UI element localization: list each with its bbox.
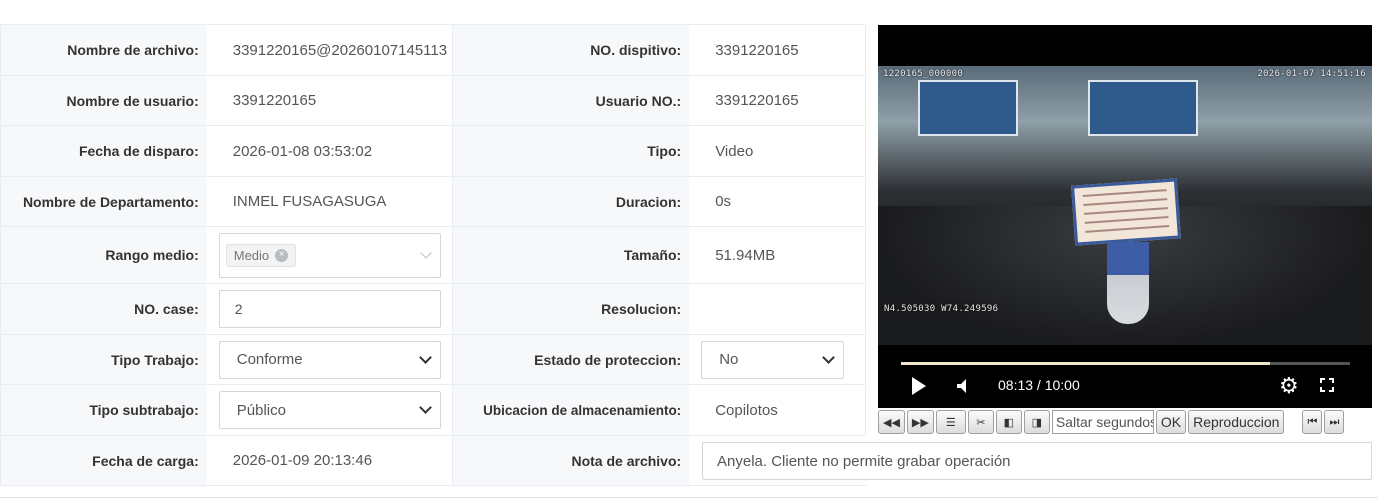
- handwritten-note: [1071, 178, 1181, 246]
- value-duration: 0s: [689, 177, 866, 226]
- volume-icon[interactable]: [955, 378, 971, 394]
- value-trigger-date: 2026-01-08 03:53:02: [206, 126, 454, 176]
- label-subwork-type: Tipo subtrabajo:: [1, 385, 207, 435]
- range-field-cell: Medio ×: [206, 227, 454, 283]
- label-device-no: NO. dispitivo:: [453, 25, 690, 75]
- label-user-name: Nombre de usuario:: [1, 76, 207, 125]
- ok-button[interactable]: OK: [1155, 410, 1187, 434]
- subwork-type-value: Público: [236, 401, 286, 419]
- osd-gps: N4.505030 W74.249596: [884, 304, 999, 314]
- row-subwork-type: Tipo subtrabajo: Público Ubicacion de al…: [1, 385, 866, 436]
- rewind-icon[interactable]: ◀◀: [878, 410, 905, 434]
- play-button[interactable]: Reproduccion: [1188, 410, 1285, 434]
- row-file-name: Nombre de archivo: 3391220165@2026010714…: [1, 25, 866, 76]
- range-tag: Medio ×: [225, 243, 297, 267]
- row-case-no: NO. case: 2 Resolucion:: [1, 284, 866, 335]
- range-tag-label: Medio: [233, 247, 270, 263]
- value-user-name: 3391220165: [206, 76, 454, 125]
- label-user-no: Usuario NO.:: [453, 76, 690, 125]
- subwork-type-cell: Público: [206, 385, 454, 435]
- player-toolbar: ◀◀ ▶▶ ☰ ✂ ◧ ◨ Saltar segundos OK Reprodu…: [878, 408, 1378, 436]
- row-user-name: Nombre de usuario: 3391220165 Usuario NO…: [1, 76, 866, 126]
- osd-id: 1220165_000000: [883, 69, 964, 79]
- note-holder: [1107, 242, 1149, 324]
- value-user-no: 3391220165: [689, 76, 866, 125]
- next-frame-icon[interactable]: ◨: [1023, 410, 1050, 434]
- case-no-cell: 2: [206, 284, 454, 334]
- label-size: Tamaño:: [453, 227, 690, 283]
- file-note-input[interactable]: Anyela. Cliente no permite grabar operac…: [702, 442, 1372, 480]
- label-work-type: Tipo Trabajo:: [1, 335, 207, 384]
- label-resolution: Resolucion:: [453, 284, 690, 334]
- label-duration: Duracion:: [453, 177, 690, 226]
- chevron-down-icon: [822, 350, 836, 364]
- row-range: Rango medio: Medio × Tamaño: 51.94MB: [1, 227, 866, 284]
- value-size: 51.94MB: [689, 227, 866, 283]
- chevron-down-icon: [419, 401, 433, 414]
- progress-fill: [901, 362, 1271, 365]
- video-frame: 1220165_000000 2026-01-07 14:51:16 N4.50…: [878, 66, 1372, 345]
- osd-datetime: 2026-01-07 14:51:16: [1257, 69, 1366, 79]
- row-trigger-date: Fecha de disparo: 2026-01-08 03:53:02 Ti…: [1, 126, 866, 177]
- protection-select[interactable]: No: [701, 340, 845, 379]
- value-file-name: 3391220165@20260107145113: [206, 25, 454, 75]
- close-icon[interactable]: ×: [275, 248, 289, 262]
- fullscreen-icon[interactable]: [1320, 378, 1334, 392]
- label-file-note: Nota de archivo:: [453, 436, 690, 485]
- seek-seconds-input[interactable]: Saltar segundos: [1051, 410, 1154, 434]
- divider: [0, 497, 1378, 498]
- label-department: Nombre de Departamento:: [1, 177, 207, 226]
- label-type: Tipo:: [453, 126, 690, 176]
- work-type-cell: Conforme: [206, 335, 454, 384]
- label-upload-date: Fecha de carga:: [1, 436, 207, 485]
- range-select[interactable]: Medio ×: [218, 232, 442, 278]
- playback-time: 08:13 / 10:00: [998, 377, 1080, 393]
- play-icon[interactable]: [912, 377, 926, 395]
- value-storage: Copilotos: [689, 385, 866, 435]
- protection-cell: No: [689, 335, 866, 384]
- row-work-type: Tipo Trabajo: Conforme Estado de protecc…: [1, 335, 866, 385]
- label-range: Rango medio:: [1, 227, 207, 283]
- work-type-select[interactable]: Conforme: [218, 340, 442, 379]
- scissors-icon[interactable]: ✂: [967, 410, 994, 434]
- subwork-type-select[interactable]: Público: [218, 391, 442, 429]
- label-case-no: NO. case:: [1, 284, 207, 334]
- value-resolution: [689, 284, 866, 334]
- chevron-down-icon: [419, 350, 433, 364]
- chevron-down-icon: [420, 246, 433, 259]
- skip-end-icon[interactable]: ⏭: [1324, 410, 1345, 434]
- work-type-value: Conforme: [236, 351, 303, 368]
- label-protection: Estado de proteccion:: [453, 335, 690, 384]
- label-storage: Ubicacion de almacenamiento:: [453, 385, 690, 435]
- file-info-form: Nombre de archivo: 3391220165@2026010714…: [0, 24, 866, 486]
- progress-bar[interactable]: [901, 362, 1350, 365]
- row-department: Nombre de Departamento: INMEL FUSAGASUGA…: [1, 177, 866, 227]
- value-upload-date: 2026-01-09 20:13:46: [206, 436, 454, 485]
- value-department: INMEL FUSAGASUGA: [206, 177, 454, 226]
- value-device-no: 3391220165: [689, 25, 866, 75]
- label-file-name: Nombre de archivo:: [1, 25, 207, 75]
- police-sign-right: [1088, 80, 1198, 136]
- skip-start-icon[interactable]: ⏮: [1302, 410, 1323, 434]
- prev-frame-icon[interactable]: ◧: [995, 410, 1022, 434]
- video-player[interactable]: 1220165_000000 2026-01-07 14:51:16 N4.50…: [878, 25, 1372, 408]
- label-trigger-date: Fecha de disparo:: [1, 126, 207, 176]
- list-icon[interactable]: ☰: [935, 410, 966, 434]
- police-sign-left: [918, 80, 1018, 136]
- gear-icon[interactable]: ⚙: [1279, 375, 1299, 397]
- case-no-input[interactable]: 2: [218, 290, 442, 328]
- value-type: Video: [689, 126, 866, 176]
- fast-forward-icon[interactable]: ▶▶: [906, 410, 934, 434]
- protection-value: No: [719, 351, 739, 368]
